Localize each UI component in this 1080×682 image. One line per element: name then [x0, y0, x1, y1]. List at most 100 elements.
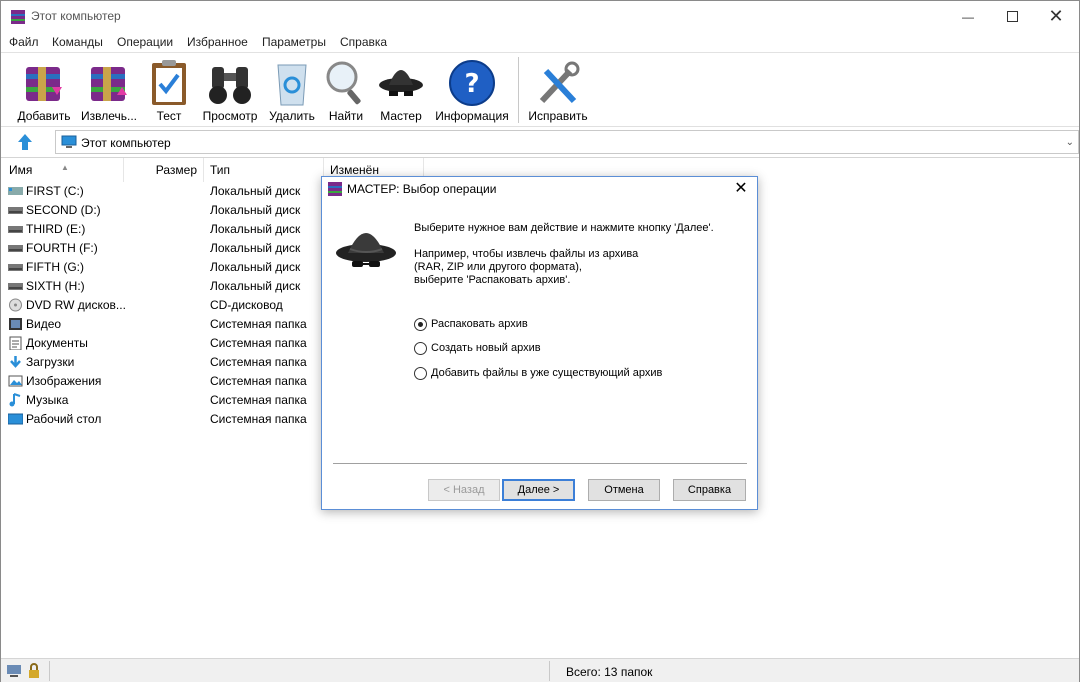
- option-create-label[interactable]: Создать новый архив: [431, 340, 541, 356]
- status-bar: Всего: 13 папок: [1, 658, 1079, 682]
- music-folder-icon: [9, 393, 21, 407]
- menu-operations[interactable]: Операции: [117, 35, 173, 49]
- magnifier-icon: [326, 61, 361, 105]
- option-add-existing-label[interactable]: Добавить файлы в уже существующий архив: [431, 365, 662, 381]
- drive-icon: [8, 207, 23, 214]
- menu-bar: Файл Команды Операции Избранное Параметр…: [1, 32, 1079, 52]
- radio-button[interactable]: [414, 318, 427, 331]
- close-icon: ✕: [734, 180, 748, 197]
- menu-commands[interactable]: Команды: [52, 35, 103, 49]
- toolbar-add-label: Добавить: [17, 109, 71, 123]
- computer-icon: [61, 135, 77, 148]
- item-type: Локальный диск: [210, 184, 301, 198]
- toolbar-add-button[interactable]: Добавить: [13, 55, 75, 125]
- toolbar-extract-button[interactable]: Извлечь...: [79, 55, 139, 125]
- item-type: Системная папка: [210, 336, 307, 350]
- toolbar-view-label: Просмотр: [202, 109, 258, 123]
- wizard-dialog: МАСТЕР: Выбор операции ✕ Выберите нужное…: [321, 176, 758, 510]
- toolbar-delete-button[interactable]: Удалить: [266, 55, 318, 125]
- column-type-label: Тип: [210, 163, 231, 177]
- toolbar-info-button[interactable]: ? Информация: [433, 55, 511, 125]
- drive-icon: [8, 283, 23, 290]
- drive-icon: [8, 264, 23, 271]
- dialog-example-line1: Например, чтобы извлечь файлы из архива: [414, 248, 639, 260]
- column-header-type[interactable]: Тип: [204, 158, 324, 182]
- cancel-button[interactable]: Отмена: [588, 479, 660, 501]
- radio-button[interactable]: [414, 342, 427, 355]
- binoculars-icon: [209, 67, 251, 104]
- menu-file[interactable]: Файл: [9, 35, 39, 49]
- menu-help[interactable]: Справка: [340, 35, 387, 49]
- item-name: Загрузки: [26, 355, 75, 369]
- drive-icon: [8, 245, 23, 252]
- toolbar-repair-button[interactable]: Исправить: [526, 55, 590, 125]
- toolbar-test-button[interactable]: Тест: [146, 55, 192, 125]
- item-name: THIRD (E:): [26, 222, 86, 236]
- column-name-label: Имя: [9, 163, 33, 177]
- item-type: Локальный диск: [210, 260, 301, 274]
- maximize-icon: [1006, 11, 1018, 22]
- address-combobox[interactable]: Этот компьютер ⌄: [55, 130, 1079, 154]
- lock-icon[interactable]: [26, 663, 42, 679]
- dialog-body: Выберите нужное вам действие и нажмите к…: [322, 201, 757, 509]
- video-folder-icon: [9, 318, 22, 330]
- dialog-close-button[interactable]: ✕: [731, 179, 751, 199]
- toolbar-find-button[interactable]: Найти: [323, 55, 369, 125]
- recycle-bin-icon: [277, 64, 307, 106]
- next-button[interactable]: Далее >: [502, 479, 575, 501]
- status-divider: [549, 661, 550, 681]
- item-name: FIFTH (G:): [26, 260, 84, 274]
- option-extract-label[interactable]: Распаковать архив: [431, 316, 528, 332]
- item-name: SECOND (D:): [26, 203, 101, 217]
- maximize-button[interactable]: [989, 1, 1035, 32]
- back-button[interactable]: < Назад: [428, 479, 500, 501]
- column-size-label: Размер: [155, 163, 197, 177]
- item-type: Локальный диск: [210, 203, 301, 217]
- address-path: Этот компьютер: [81, 136, 171, 150]
- wizard-hat-icon: [336, 233, 396, 267]
- column-header-name[interactable]: ▲ Имя: [1, 158, 124, 182]
- up-folder-button[interactable]: [9, 130, 41, 154]
- column-modified-label: Изменён: [330, 163, 379, 177]
- status-divider: [49, 661, 50, 681]
- toolbar-wizard-label: Мастер: [380, 109, 422, 123]
- wizard-hat-icon: [379, 70, 423, 96]
- archive-extract-icon: [91, 67, 127, 101]
- svg-text:?: ?: [464, 69, 479, 99]
- toolbar-separator: [518, 57, 519, 123]
- dialog-example-line3: выберите 'Распаковать архив'.: [414, 274, 571, 286]
- clipboard-check-icon: [152, 60, 186, 105]
- item-name: Видео: [26, 317, 62, 331]
- desktop-folder-icon: [8, 413, 23, 425]
- repair-tools-icon: [539, 61, 580, 104]
- toolbar: Добавить Извлечь... Тест Просмотр Удалит…: [1, 52, 1079, 126]
- toolbar-info-label: Информация: [435, 109, 509, 123]
- minimize-button[interactable]: —: [945, 1, 991, 32]
- item-name: DVD RW дисков...: [26, 298, 126, 312]
- item-type: CD-дисковод: [210, 298, 283, 312]
- item-name: FIRST (C:): [26, 184, 84, 198]
- dialog-separator: [333, 463, 747, 464]
- toolbar-wizard-button[interactable]: Мастер: [377, 55, 425, 125]
- column-header-size[interactable]: Размер: [124, 158, 204, 182]
- status-text: Всего: 13 папок: [566, 665, 653, 679]
- chevron-down-icon[interactable]: ⌄: [1066, 137, 1074, 148]
- window-title: Этот компьютер: [31, 9, 121, 23]
- item-type: Системная папка: [210, 412, 307, 426]
- item-name: Музыка: [26, 393, 69, 407]
- up-arrow-icon: [18, 134, 32, 150]
- menu-favorites[interactable]: Избранное: [187, 35, 248, 49]
- item-type: Локальный диск: [210, 222, 301, 236]
- help-button[interactable]: Справка: [673, 479, 746, 501]
- menu-options[interactable]: Параметры: [262, 35, 326, 49]
- toolbar-view-button[interactable]: Просмотр: [199, 55, 261, 125]
- drive-status-icon[interactable]: [6, 663, 22, 679]
- toolbar-find-label: Найти: [328, 109, 364, 123]
- radio-button[interactable]: [414, 367, 427, 380]
- archive-add-icon: [26, 67, 62, 101]
- close-button[interactable]: ✕: [1033, 1, 1079, 32]
- item-name: SIXTH (H:): [26, 279, 85, 293]
- dvd-drive-icon: [9, 298, 22, 312]
- minimize-icon: —: [962, 9, 974, 24]
- drive-icon: [8, 226, 23, 233]
